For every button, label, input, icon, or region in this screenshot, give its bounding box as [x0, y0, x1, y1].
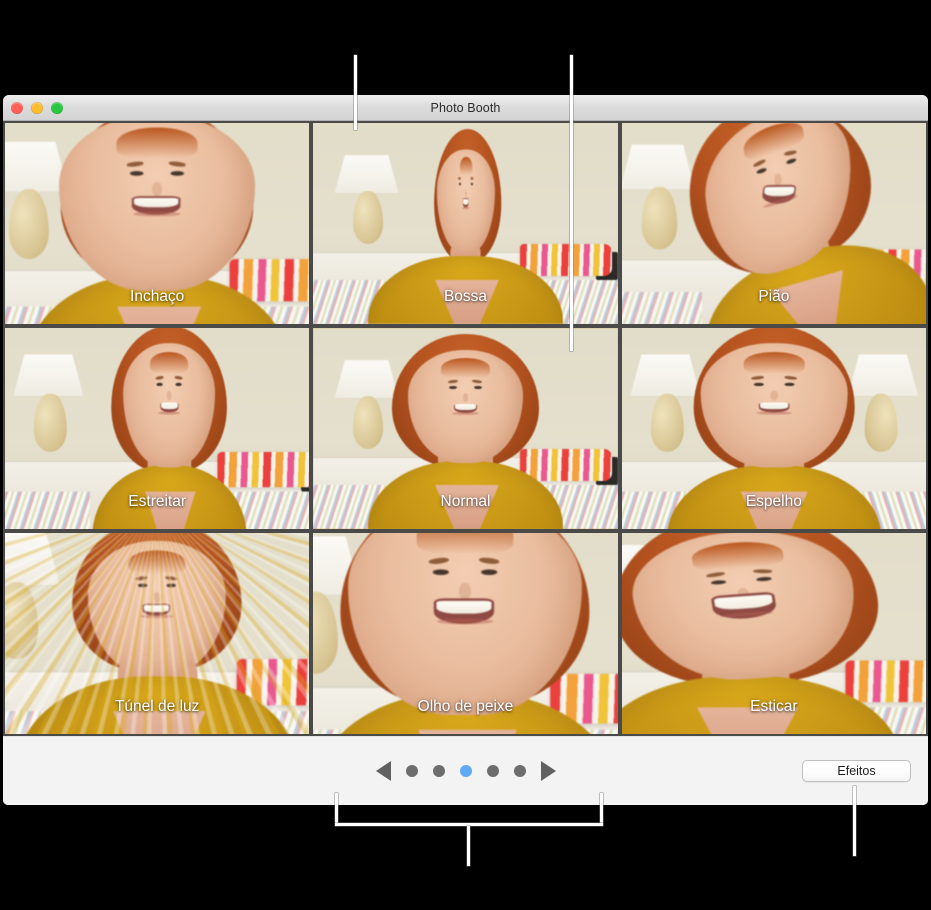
effect-preview-image	[621, 533, 926, 734]
effect-cell-stretch[interactable]: Esticar	[621, 533, 926, 734]
effect-preview-image	[5, 533, 310, 734]
page-dot-4[interactable]	[486, 765, 499, 777]
minimize-button[interactable]	[31, 101, 43, 114]
effect-preview-image	[621, 123, 926, 324]
maximize-button[interactable]	[51, 101, 63, 114]
effects-grid: Inchaço Bossa Pião Estreitar Normal Espe…	[3, 121, 928, 736]
effect-cell-light-tunnel[interactable]: Túnel de luz	[5, 533, 310, 734]
window-title: Photo Booth	[430, 100, 501, 115]
effect-cell-dent[interactable]: Bossa	[313, 123, 618, 324]
page-dot-3[interactable]	[459, 765, 472, 777]
close-button[interactable]	[11, 101, 23, 114]
effect-cell-squeeze[interactable]: Estreitar	[5, 328, 310, 529]
effect-preview-image	[313, 328, 618, 529]
effect-cell-fisheye[interactable]: Olho de peixe	[313, 533, 618, 734]
triangle-right-icon[interactable]	[540, 761, 556, 781]
triangle-left-icon[interactable]	[375, 761, 391, 781]
page-navigator	[375, 761, 556, 781]
effect-preview-image	[621, 328, 926, 529]
effect-preview-image	[5, 328, 310, 529]
page-dot-5[interactable]	[513, 765, 526, 777]
photo-booth-window: Photo Booth Inchaço Bossa Pião Estreitar…	[3, 95, 928, 805]
effect-cell-bulge[interactable]: Inchaço	[5, 123, 310, 324]
page-dot-2[interactable]	[432, 765, 445, 777]
bottom-toolbar: Efeitos	[3, 736, 928, 805]
effect-preview-image	[313, 123, 618, 324]
effect-cell-mirror[interactable]: Espelho	[621, 328, 926, 529]
window-controls	[11, 101, 63, 114]
effects-button[interactable]: Efeitos	[802, 760, 911, 782]
callout-bracket-bar	[335, 823, 603, 826]
window-titlebar[interactable]: Photo Booth	[3, 95, 928, 121]
effect-preview-image	[313, 533, 618, 734]
callout-bracket-stem	[467, 826, 470, 866]
mirror-reflection	[773, 328, 926, 529]
effect-preview-image	[5, 123, 310, 324]
effect-cell-normal[interactable]: Normal	[313, 328, 618, 529]
page-dot-1[interactable]	[405, 765, 418, 777]
effect-cell-twirl[interactable]: Pião	[621, 123, 926, 324]
